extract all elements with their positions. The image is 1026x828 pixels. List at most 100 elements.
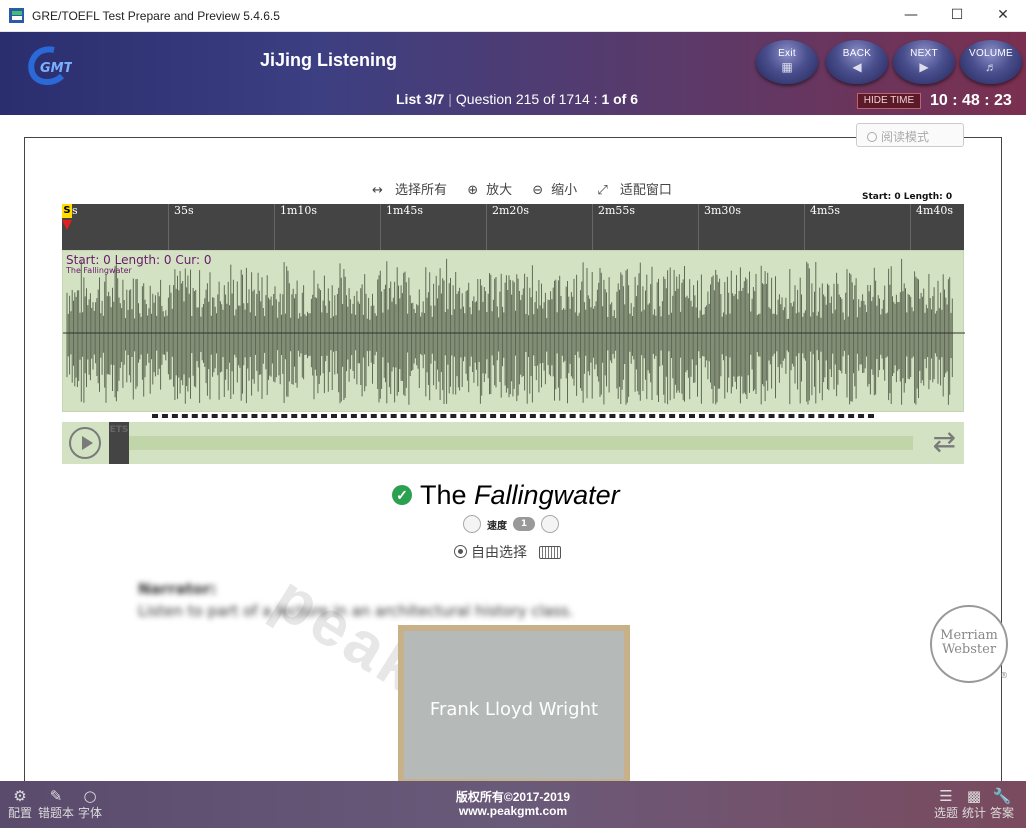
title-italic: Fallingwater [474,480,620,510]
app-icon [9,8,24,23]
reading-mode-label: 阅读模式 [881,130,930,144]
zoom-in-icon: ⊕ [467,183,479,198]
volume-button[interactable]: VOLUME ♬ [960,40,1022,84]
copyright-line2: www.peakgmt.com [458,804,568,818]
progress-track[interactable] [129,436,913,450]
gmt-logo: GMT [28,46,72,85]
tick-label: 4m40s [916,204,954,217]
waveform [63,258,965,405]
minimize-button[interactable]: — [888,0,934,30]
bar-chart-icon: ▩ [966,787,982,805]
door-icon: ▦ [781,60,793,74]
tick-line [168,204,169,250]
reading-mode-toggle[interactable]: 阅读模式 [856,123,964,147]
tick-label: 2m20s [492,204,530,217]
waveform-path [66,258,953,405]
free-select-option[interactable]: 自由选择 [454,542,561,562]
page-title: JiJing Listening [260,50,398,70]
answer-label: 答案 [990,806,1015,820]
tick-label: 2m55s [598,204,636,217]
tick-label: 1m45s [386,204,424,217]
waveform-toolbar: ↔ 选择所有 ⊕ 放大 ⊖ 缩小 ⤢ 适配窗口 [372,179,688,198]
hide-time-button[interactable]: HIDE TIME [857,93,921,109]
question-title: ✓ The Fallingwater [392,480,620,511]
close-button[interactable]: ✕ [980,0,1026,30]
repeat-icon[interactable]: ⇄ [933,427,956,457]
fit-window-label: 适配窗口 [619,183,672,198]
keyboard-icon[interactable] [539,546,561,559]
audio-player: ETS ⇄ [62,422,964,464]
image-caption: Frank Lloyd Wright [429,699,599,720]
check-icon: ✓ [392,485,412,505]
narrator-label: Narrator: [138,580,217,598]
tick-line [804,204,805,250]
ets-label: ETS [109,422,129,464]
select-all-label: 选择所有 [395,183,448,198]
tick-line [274,204,275,250]
footer-bar: ⚙ 配置 ✎ 错题本 ○ 字体 版权所有©2017-2019 www.peakg… [0,781,1026,828]
select-question-label: 选题 [934,806,959,820]
wrench-icon: 🔧 [992,787,1012,805]
play-button[interactable] [69,427,101,459]
zoom-out-label: 缩小 [551,183,578,198]
next-label: NEXT [910,48,938,59]
playhead-marker[interactable] [62,220,72,230]
list-indicator: List 3/7 [396,91,445,107]
statistics-button[interactable]: ▩ 统计 [962,787,986,821]
copyright-line1: 版权所有©2017-2019 [455,790,571,804]
scroll-indicator[interactable] [152,414,874,418]
title-prefix: The [420,480,467,510]
question-indicator: Question 215 of 1714 [455,91,590,107]
speed-value: 1 [513,517,535,531]
arrows-horizontal-icon: ↔ [372,183,383,198]
tick-label: 3m30s [704,204,742,217]
speed-control: 速度 1 [463,515,559,533]
merriam-webster-logo[interactable]: Merriam Webster ® [930,605,1008,683]
exit-label: Exit [778,48,796,59]
radio-icon [867,132,877,142]
radio-icon[interactable] [454,545,467,558]
svg-text:GMT: GMT [40,61,72,76]
zoom-out-icon: ⊖ [532,183,544,198]
list-icon: ☰ [939,787,953,805]
arrow-left-icon: ◀ [852,60,862,74]
speed-down-icon[interactable] [463,515,481,533]
tick-line [380,204,381,250]
free-select-label: 自由选择 [471,545,527,561]
arrow-right-icon: ▶ [919,60,929,74]
copyright: 版权所有©2017-2019 www.peakgmt.com [0,790,1026,818]
window-title: GRE/TOEFL Test Prepare and Preview 5.4.6… [32,9,280,23]
selection-info: Start: 0 Length: 0 [862,192,953,202]
answer-button[interactable]: 🔧 答案 [990,787,1014,821]
header-bar: GMT JiJing Listening List 3/7 | Question 2… [0,32,1026,115]
timeline-ruler[interactable]: S s 35s 1m10s 1m45s 2m20s 2m55s 3m30s 4m5s 4m40s [62,204,964,250]
select-all-button[interactable]: ↔ 选择所有 [372,183,455,198]
back-button[interactable]: BACK ◀ [826,40,888,84]
next-button[interactable]: NEXT ▶ [893,40,955,84]
speed-up-icon[interactable] [541,515,559,533]
exit-button[interactable]: Exit ▦ [756,40,818,84]
zoom-out-button[interactable]: ⊖ 缩小 [532,183,585,198]
tick-label: 4m5s [810,204,841,217]
start-marker[interactable]: S [62,204,72,218]
fit-window-icon: ⤢ [597,183,608,198]
narrator-text: Listen to part of a lecture in an archit… [138,602,574,620]
mw-line1: Merriam [940,628,998,643]
maximize-button[interactable]: ☐ [934,0,980,30]
waveform-info: Start: 0 Length: 0 Cur: 0 [66,253,212,267]
waveform-area[interactable]: Start: 0 Length: 0 Cur: 0 The Fallingwat… [62,250,965,412]
registered-mark: ® [1000,671,1008,680]
zoom-in-button[interactable]: ⊕ 放大 [467,183,520,198]
volume-label: VOLUME [968,48,1014,59]
zoom-in-label: 放大 [486,183,513,198]
statistics-label: 统计 [962,806,987,820]
speed-label: 速度 [487,520,507,532]
tick-label: 1m10s [280,204,318,217]
select-question-button[interactable]: ☰ 选题 [934,787,958,821]
tick-label: s [72,204,78,217]
mw-line2: Webster [941,642,997,657]
track-name: The Fallingwater [66,266,132,275]
fit-window-button[interactable]: ⤢ 适配窗口 [597,183,680,198]
tick-line [698,204,699,250]
back-label: BACK [842,48,872,59]
